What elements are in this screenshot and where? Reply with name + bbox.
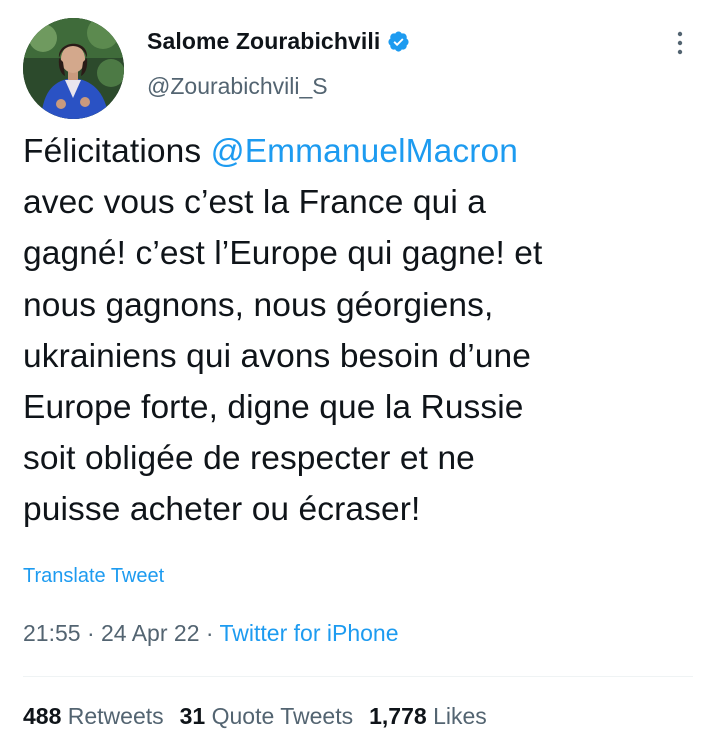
quote-tweets-count: 31 <box>179 703 206 729</box>
avatar-image <box>23 18 124 119</box>
more-options-icon[interactable] <box>673 30 687 56</box>
tweet-metadata: 21:55 · 24 Apr 22 · Twitter for iPhone <box>23 620 398 647</box>
meta-separator: · <box>80 620 102 646</box>
tweet-source-link[interactable]: Twitter for iPhone <box>220 620 399 646</box>
tweet-text-rest: avec vous c’est la France qui a gagné! c… <box>23 184 543 529</box>
display-name[interactable]: Salome Zourabichvili <box>147 28 380 55</box>
retweets-count: 488 <box>23 703 62 729</box>
meta-separator-2: · <box>199 620 220 646</box>
retweets-stat[interactable]: 488 Retweets <box>23 703 164 729</box>
mention-link[interactable]: @EmmanuelMacron <box>211 133 518 170</box>
author-handle[interactable]: @Zourabichvili_S <box>147 73 328 100</box>
author-name-row: Salome Zourabichvili <box>147 28 410 55</box>
engagement-stats: 488 Retweets 31 Quote Tweets 1,778 Likes <box>23 703 487 730</box>
likes-count: 1,778 <box>369 703 427 729</box>
tweet-text: Félicitations @EmmanuelMacron avec vous … <box>23 126 693 536</box>
tweet-time[interactable]: 21:55 <box>23 620 81 646</box>
quote-tweets-stat[interactable]: 31 Quote Tweets <box>180 703 353 729</box>
quote-tweets-label: Quote Tweets <box>205 703 354 729</box>
likes-label: Likes <box>426 703 487 729</box>
verified-badge-icon <box>387 30 410 53</box>
tweet-date[interactable]: 24 Apr 22 <box>101 620 199 646</box>
retweets-label: Retweets <box>61 703 164 729</box>
divider <box>23 676 693 677</box>
tweet-text-lead: Félicitations <box>23 133 211 170</box>
avatar[interactable] <box>23 18 124 119</box>
tweet-detail: Salome Zourabichvili @Zourabichvili_S Fé… <box>0 0 708 742</box>
translate-tweet-link[interactable]: Translate Tweet <box>23 565 164 588</box>
likes-stat[interactable]: 1,778 Likes <box>369 703 487 729</box>
